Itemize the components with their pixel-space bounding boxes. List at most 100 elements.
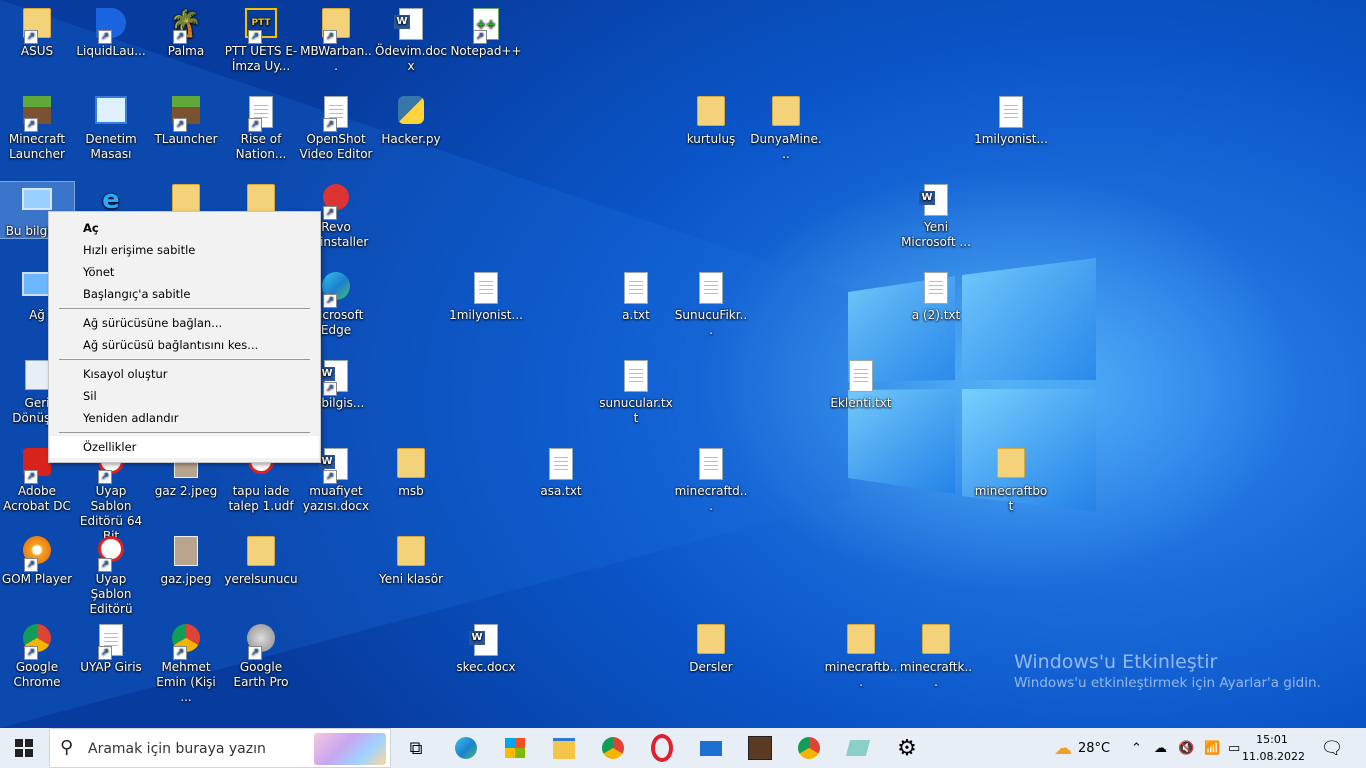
desktop-icon-uyap-sablon[interactable]: Uyap Şablon Editörü xyxy=(74,530,148,617)
taskbar-chrome-profile[interactable] xyxy=(785,728,833,768)
desktop-icon-dunyamine[interactable]: DunyaMine... xyxy=(749,90,823,162)
gom-player-icon xyxy=(20,536,54,572)
desktop-icon-yerelsunucu[interactable]: yerelsunucu xyxy=(224,530,298,587)
clock-date: 11.08.2022 xyxy=(1242,750,1305,763)
desktop-icon-asa[interactable]: asa.txt xyxy=(524,442,598,499)
taskbar-settings[interactable]: ⚙ xyxy=(883,728,931,768)
menu-item-properties[interactable]: Özellikler xyxy=(50,436,319,458)
taskbar-app[interactable] xyxy=(834,728,882,768)
palm-tree-icon: 🌴 xyxy=(169,8,203,44)
menu-item-manage[interactable]: Yönet xyxy=(50,261,319,283)
desktop-icon-google-earth[interactable]: Google Earth Pro xyxy=(224,618,298,690)
taskbar-chrome[interactable] xyxy=(589,728,637,768)
weather-cloud-icon: ☁ xyxy=(1054,737,1072,759)
menu-separator xyxy=(59,308,310,309)
desktop-icon-minecraftd[interactable]: minecraftd... xyxy=(674,442,748,514)
desktop-icon-minecraftbot[interactable]: minecraftbot xyxy=(974,442,1048,514)
chevron-up-icon: ⌃ xyxy=(1131,740,1142,756)
text-file-icon xyxy=(994,96,1028,130)
liquid-launcher-icon xyxy=(94,8,128,44)
taskbar-edge[interactable] xyxy=(442,728,490,768)
file-icon xyxy=(244,96,278,132)
volume-muted-icon: 🔇 xyxy=(1178,740,1195,756)
desktop-icon-skec[interactable]: skec.docx xyxy=(449,618,523,675)
desktop-icon-notepadpp[interactable]: ++Notepad++ xyxy=(449,2,523,59)
desktop-icon-hacker[interactable]: Hacker.py xyxy=(374,90,448,147)
taskbar-opera[interactable] xyxy=(638,728,686,768)
network-button[interactable]: 📶 xyxy=(1204,728,1220,768)
desktop-icon-yeni-microsoft[interactable]: Yeni Microsoft ... xyxy=(899,178,973,250)
task-view-icon: ⧉ xyxy=(409,737,423,759)
desktop-icon-mehmet[interactable]: Mehmet Emin (Kişi ... xyxy=(149,618,223,705)
folder-user-icon xyxy=(20,8,54,44)
desktop-icon-liquidlauncher[interactable]: LiquidLau... xyxy=(74,2,148,59)
volume-button[interactable]: 🔇 xyxy=(1178,728,1194,768)
menu-item-pin-start[interactable]: Başlangıç'a sabitle xyxy=(50,283,319,305)
menu-item-delete[interactable]: Sil xyxy=(50,385,319,407)
menu-item-create-shortcut[interactable]: Kısayol oluştur xyxy=(50,363,319,385)
folder-icon xyxy=(919,624,953,658)
folder-icon xyxy=(844,624,878,658)
desktop-icon-1milyonist-top[interactable]: 1milyonist... xyxy=(974,90,1048,147)
desktop-icon-tlauncher[interactable]: TLauncher xyxy=(149,90,223,147)
task-view-button[interactable]: ⧉ xyxy=(392,728,440,768)
desktop-icon-uyap-giris[interactable]: UYAP Giris xyxy=(74,618,148,675)
desktop-icon-asus[interactable]: ASUS xyxy=(0,2,74,59)
desktop-icon-kurtulus[interactable]: kurtuluş xyxy=(674,90,748,147)
desktop-icon-pttuets[interactable]: PTTPTT UETS E-İmza Uy... xyxy=(224,2,298,74)
desktop-icon-minecraftk[interactable]: minecraftk... xyxy=(899,618,973,690)
taskbar-mail[interactable] xyxy=(687,728,735,768)
taskbar-search[interactable]: ⚲ Aramak için buraya yazın xyxy=(49,728,391,768)
desktop-icon-yeni-klasor[interactable]: Yeni klasör xyxy=(374,530,448,587)
desktop-icon-a2-txt[interactable]: a (2).txt xyxy=(899,266,973,323)
menu-item-open[interactable]: Aç xyxy=(50,217,319,239)
desktop-icon-openshot[interactable]: OpenShot Video Editor xyxy=(299,90,373,162)
text-file-icon xyxy=(919,272,953,306)
menu-item-rename[interactable]: Yeniden adlandır xyxy=(50,407,319,429)
notifications-button[interactable]: 🗨 xyxy=(1310,728,1354,768)
desktop-icon-gom[interactable]: GOM Player xyxy=(0,530,74,587)
weather-temperature: 28°C xyxy=(1078,740,1111,756)
taskbar-minecraft[interactable] xyxy=(736,728,784,768)
chrome-profile-icon xyxy=(169,624,203,660)
menu-item-pin-quick-access[interactable]: Hızlı erişime sabitle xyxy=(50,239,319,261)
weather-widget[interactable]: ☁ 28°C xyxy=(1054,728,1110,768)
desktop-icon-rise[interactable]: Rise of Nation... xyxy=(224,90,298,162)
notepad-plus-icon: ++ xyxy=(469,8,503,44)
folder-icon xyxy=(553,737,575,759)
desktop-icon-sunucufikr[interactable]: SunucuFikr... xyxy=(674,266,748,338)
desktop-icon-palma[interactable]: 🌴Palma xyxy=(149,2,223,59)
desktop-icon-chrome[interactable]: Google Chrome xyxy=(0,618,74,690)
cloud-error-icon: ☁ xyxy=(1154,740,1167,756)
taskbar: ⚲ Aramak için buraya yazın ⧉ ⚙ ☁ 28°C ⌃ … xyxy=(0,728,1366,768)
desktop-icon-odevim[interactable]: Ödevim.docx xyxy=(374,2,448,74)
context-menu: Aç Hızlı erişime sabitle Yönet Başlangıç… xyxy=(48,211,321,463)
desktop-icon-minecraftb[interactable]: minecraftb... xyxy=(824,618,898,690)
desktop[interactable]: ASUS LiquidLau... 🌴Palma PTTPTT UETS E-İ… xyxy=(0,0,1366,728)
word-document-icon xyxy=(919,184,953,218)
desktop-icon-dersler[interactable]: Dersler xyxy=(674,618,748,675)
desktop-icon-minecraft-launcher[interactable]: Minecraft Launcher xyxy=(0,90,74,162)
taskbar-store[interactable] xyxy=(491,728,539,768)
start-button[interactable] xyxy=(0,728,48,768)
menu-item-map-network-drive[interactable]: Ağ sürücüsüne bağlan... xyxy=(50,312,319,334)
desktop-icon-1milyonist-mid[interactable]: 1milyonist... xyxy=(449,266,523,323)
onedrive-status[interactable]: ☁ xyxy=(1154,728,1167,768)
taskbar-file-explorer[interactable] xyxy=(540,728,588,768)
desktop-icon-a-txt[interactable]: a.txt xyxy=(599,266,673,323)
windows-logo-icon xyxy=(15,739,33,757)
search-icon: ⚲ xyxy=(60,737,74,758)
folder-icon xyxy=(769,96,803,130)
battery-button[interactable]: ▭ xyxy=(1228,728,1240,768)
show-hidden-icons[interactable]: ⌃ xyxy=(1131,728,1142,768)
desktop-icon-msb[interactable]: msb xyxy=(374,442,448,499)
menu-item-disconnect-network-drive[interactable]: Ağ sürücüsü bağlantısını kes... xyxy=(50,334,319,356)
desktop-icon-sunucular[interactable]: sunucular.txt xyxy=(599,354,673,426)
desktop-icon-denetim[interactable]: Denetim Masası xyxy=(74,90,148,162)
desktop-icon-gaz[interactable]: gaz.jpeg xyxy=(149,530,223,587)
taskbar-clock[interactable]: 15:01 11.08.2022 xyxy=(1242,731,1305,765)
desktop-icon-mbwarband[interactable]: MBWarban... xyxy=(299,2,373,74)
desktop-icon-eklenti[interactable]: Eklenti.txt xyxy=(824,354,898,411)
word-document-icon xyxy=(319,360,353,396)
folder-icon xyxy=(319,8,353,44)
